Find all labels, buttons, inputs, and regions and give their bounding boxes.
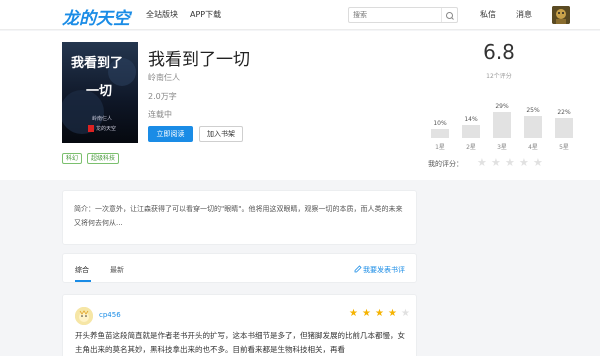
my-rating-star-icon[interactable]: ★	[519, 157, 529, 168]
top-navigation-bar: 龙的天空 全站版块 APP下载 私信 消息	[0, 0, 600, 30]
rating-dist-bar	[524, 116, 542, 138]
book-intro-card: 简介：一次意外，让江森获得了可以看穿一切的"眼睛"。他将用这双眼睛，观察一切的本…	[62, 190, 417, 245]
search-input[interactable]	[353, 9, 441, 21]
review-tabs-bar: 综合 最新 我要发表书评	[62, 253, 417, 283]
book-title: 我看到了一切	[148, 50, 250, 70]
my-rating-star-icon[interactable]: ★	[505, 157, 515, 168]
book-word-count: 2.0万字	[148, 92, 177, 101]
book-cover[interactable]: 我看到了 一切 岭南仨人 龙的天空	[62, 42, 138, 143]
rating-distribution: 10% 1星 14% 2星 29% 3星 25% 4星 22% 5星	[428, 91, 578, 151]
site-logo[interactable]: 龙的天空	[62, 4, 130, 29]
rating-dist-label: 3星	[497, 144, 507, 151]
my-rating-star-icon[interactable]: ★	[477, 157, 487, 168]
rating-count: 12个评分	[486, 73, 512, 80]
my-rating-star-icon[interactable]: ★	[491, 157, 501, 168]
rating-score: 6.8	[483, 40, 515, 64]
edit-icon	[354, 265, 362, 273]
review-star-icon: ★	[349, 308, 358, 319]
post-review-label: 我要发表书评	[363, 266, 405, 274]
book-author[interactable]: 岭南仨人	[148, 72, 180, 83]
tag-super-tech[interactable]: 超级科技	[87, 153, 120, 164]
rating-dist-column: 22% 5星	[552, 91, 576, 151]
rating-dist-bar	[462, 125, 480, 138]
avatar-image	[552, 6, 570, 24]
reviewer-name[interactable]: cp456	[99, 311, 121, 319]
tab-latest[interactable]: 最新	[110, 265, 124, 275]
cover-publisher-badge: 龙的天空	[88, 125, 124, 132]
rating-dist-column: 10% 1星	[428, 91, 452, 151]
my-rating-label: 我的评分：	[428, 160, 463, 168]
tag-scifi[interactable]: 科幻	[62, 153, 83, 164]
rating-dist-bar	[431, 129, 449, 138]
rating-dist-label: 5星	[559, 144, 569, 151]
add-to-shelf-button[interactable]: 加入书架	[199, 126, 243, 142]
search-box	[348, 7, 458, 23]
cover-title-line1: 我看到了	[71, 56, 124, 71]
rating-dist-bar	[493, 112, 511, 138]
review-star-icon: ★	[401, 308, 410, 319]
rating-dist-column: 29% 3星	[490, 91, 514, 151]
active-tab-indicator	[75, 280, 91, 282]
review-item: cp456 ★ ★ ★ ★ ★ 开头养鱼苗这段简直就是作者老书开头的扩写，这本书细节是多…	[62, 294, 417, 356]
publisher-logo-icon	[88, 125, 94, 132]
rating-dist-bar	[555, 118, 573, 138]
messages-link[interactable]: 私信	[480, 9, 496, 20]
reviewer-avatar-image	[75, 307, 93, 325]
rating-dist-percent: 10%	[433, 120, 447, 127]
review-star-icon: ★	[388, 308, 397, 319]
review-star-icon: ★	[362, 308, 371, 319]
rating-dist-percent: 14%	[464, 116, 478, 123]
nav-all-boards[interactable]: 全站版块	[146, 9, 178, 20]
search-icon	[446, 12, 454, 20]
reviewer-avatar[interactable]	[75, 307, 93, 325]
rating-dist-label: 4星	[528, 144, 538, 151]
nav-app-download[interactable]: APP下载	[190, 9, 221, 20]
search-button[interactable]	[441, 8, 457, 22]
my-rating-star-icon[interactable]: ★	[533, 157, 543, 168]
user-avatar[interactable]	[552, 6, 570, 24]
review-star-icon: ★	[375, 308, 384, 319]
tab-overall[interactable]: 综合	[75, 265, 89, 275]
rating-dist-percent: 29%	[495, 103, 509, 110]
rating-dist-label: 2星	[466, 144, 476, 151]
cover-title-line2: 一切	[86, 84, 113, 99]
notifications-link[interactable]: 消息	[516, 9, 532, 20]
review-text: 开头养鱼苗这段简直就是作者老书开头的扩写，这本书细节是多了，但猪脚发展的比前几本…	[75, 331, 405, 354]
cover-author: 岭南仨人	[92, 116, 113, 122]
rating-dist-percent: 22%	[557, 109, 571, 116]
book-info-section: 我看到了 一切 岭南仨人 龙的天空 我看到了一切 岭南仨人 2.0万字 连载中 …	[0, 31, 600, 180]
read-now-button[interactable]: 立即阅读	[148, 126, 193, 142]
rating-dist-percent: 25%	[526, 107, 540, 114]
book-intro-text: 简介：一次意外，让江森获得了可以看穿一切的"眼睛"。他将用这双眼睛，观察一切的本…	[74, 205, 403, 227]
rating-dist-label: 1星	[435, 144, 445, 151]
rating-dist-column: 25% 4星	[521, 91, 545, 151]
cover-publisher: 龙的天空	[96, 126, 117, 132]
rating-dist-column: 14% 2星	[459, 91, 483, 151]
book-status: 连载中	[148, 110, 172, 119]
post-review-link[interactable]: 我要发表书评	[354, 265, 405, 275]
